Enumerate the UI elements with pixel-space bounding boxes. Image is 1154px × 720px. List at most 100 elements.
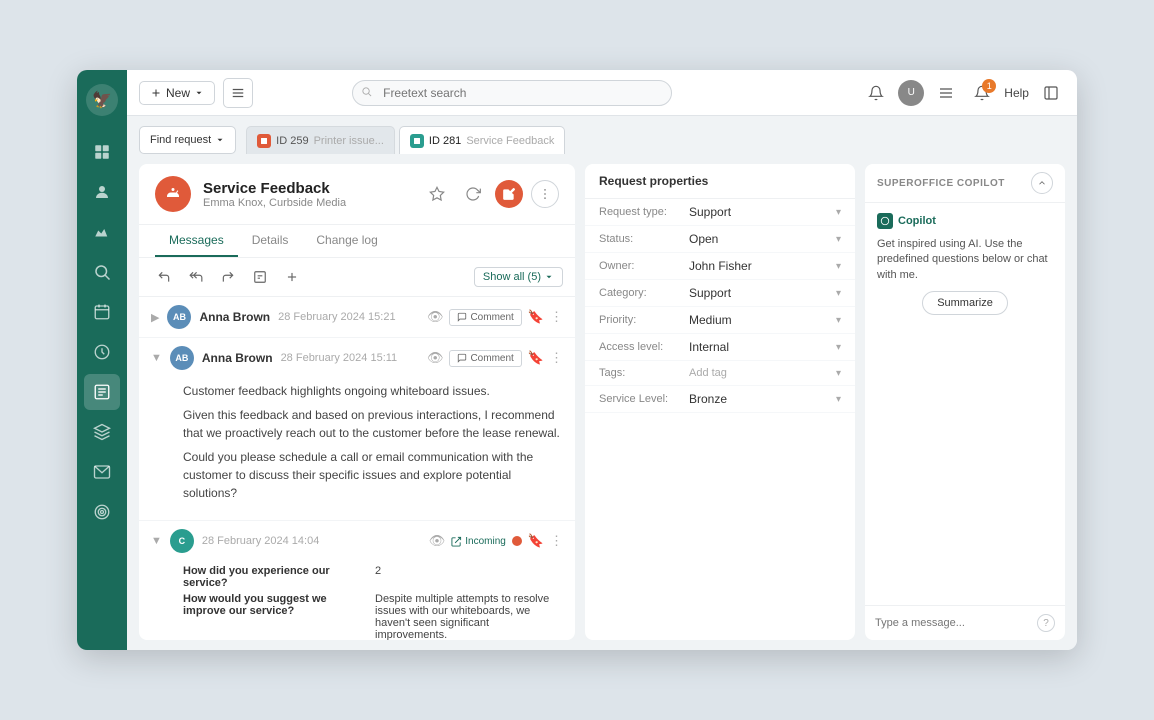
- access-chevron-icon: ▾: [836, 342, 841, 353]
- sidebar-item-analytics[interactable]: [84, 214, 120, 250]
- status-chevron-icon: ▾: [836, 234, 841, 245]
- help-button[interactable]: Help: [1004, 86, 1029, 100]
- search-icon: [361, 86, 372, 100]
- property-value-status[interactable]: Open ▾: [689, 232, 841, 246]
- property-value-request-type[interactable]: Support ▾: [689, 205, 841, 219]
- property-label-tags: Tags:: [599, 367, 689, 379]
- incoming-label: Incoming: [465, 536, 506, 547]
- message-item-2: ▼ AB Anna Brown 28 February 2024 15:11 👁…: [139, 338, 575, 521]
- forward-icon[interactable]: [215, 264, 241, 290]
- find-request-label: Find request: [150, 134, 211, 146]
- incoming-badge: Incoming: [451, 536, 506, 547]
- request-subtitle: Emma Knox, Curbside Media: [203, 197, 411, 209]
- property-row-request-type: Request type: Support ▾: [585, 199, 855, 226]
- bookmark-icon-2[interactable]: 🔖: [528, 350, 544, 366]
- copilot-input[interactable]: [875, 617, 1031, 629]
- topbar-right-actions: U 1 Help: [862, 79, 1065, 107]
- sidebar-toggle-icon[interactable]: [1037, 79, 1065, 107]
- sidebar-item-sales[interactable]: [84, 334, 120, 370]
- reply-all-icon[interactable]: [183, 264, 209, 290]
- edit-icon[interactable]: [495, 180, 523, 208]
- compose-icon[interactable]: [247, 264, 273, 290]
- tab-messages[interactable]: Messages: [155, 225, 238, 257]
- priority-chevron-icon: ▾: [836, 315, 841, 326]
- properties-panel: Request properties Request type: Support…: [585, 164, 855, 640]
- copilot-header-label: SuperOffice Copilot: [877, 178, 1005, 189]
- svg-text:🦅: 🦅: [92, 90, 112, 109]
- form-value-1: 2: [375, 565, 563, 589]
- copilot-brand-name: Copilot: [898, 215, 936, 227]
- request-type-value: Support: [689, 205, 731, 219]
- message-sender-1: Anna Brown: [199, 310, 270, 324]
- main-content: New U: [127, 70, 1077, 650]
- properties-title: Request properties: [585, 164, 855, 199]
- add-icon[interactable]: [279, 264, 305, 290]
- collapse-icon-3[interactable]: ▼: [151, 535, 162, 547]
- owner-chevron-icon: ▾: [836, 261, 841, 272]
- tab-id281[interactable]: ID 281 Service Feedback: [399, 126, 565, 154]
- bookmark-icon-3[interactable]: 🔖: [528, 533, 544, 549]
- more-options-icon[interactable]: [531, 180, 559, 208]
- more-icon-3[interactable]: ⋮: [550, 533, 563, 549]
- sidebar-item-requests[interactable]: [84, 374, 120, 410]
- view-toggle-button[interactable]: [223, 78, 253, 108]
- more-icon-1[interactable]: ⋮: [550, 309, 563, 325]
- owner-value: John Fisher: [689, 259, 752, 273]
- copilot-body: Copilot Get inspired using AI. Use the p…: [865, 203, 1065, 414]
- property-row-status: Status: Open ▾: [585, 226, 855, 253]
- sidebar-item-contacts[interactable]: [84, 174, 120, 210]
- find-request-button[interactable]: Find request: [139, 126, 236, 154]
- property-label-access: Access level:: [599, 341, 689, 353]
- eye-icon-3[interactable]: 👁: [429, 533, 446, 549]
- property-value-priority[interactable]: Medium ▾: [689, 313, 841, 327]
- priority-value: Medium: [689, 313, 732, 327]
- more-icon-2[interactable]: ⋮: [550, 350, 563, 366]
- star-icon[interactable]: [423, 180, 451, 208]
- message-toolbar-left: [151, 264, 305, 290]
- copilot-info-icon[interactable]: ?: [1037, 614, 1055, 632]
- tab-id259[interactable]: ID 259 Printer issue...: [246, 126, 395, 154]
- user-avatar[interactable]: U: [898, 80, 924, 106]
- notification-icon[interactable]: 1: [968, 79, 996, 107]
- tab-details[interactable]: Details: [238, 225, 303, 257]
- sidebar-item-targets[interactable]: [84, 494, 120, 530]
- property-value-tags[interactable]: Add tag ▾: [689, 367, 841, 379]
- sidebar-logo[interactable]: 🦅: [86, 84, 118, 116]
- sidebar-item-service[interactable]: [84, 414, 120, 450]
- message-actions-3: 👁 Incoming 🔖 ⋮: [429, 533, 563, 549]
- bookmark-icon-1[interactable]: 🔖: [528, 309, 544, 325]
- collapse-icon-2[interactable]: ▼: [151, 352, 162, 364]
- search-input[interactable]: [352, 80, 672, 106]
- collapse-icon-1[interactable]: ▶: [151, 311, 159, 324]
- property-value-access[interactable]: Internal ▾: [689, 340, 841, 354]
- new-button[interactable]: New: [139, 81, 215, 105]
- property-value-service-level[interactable]: Bronze ▾: [689, 392, 841, 406]
- copilot-logo: [877, 213, 893, 229]
- content-area: Find request ID 259 Printer issue... ID …: [127, 116, 1077, 650]
- chevron-down-icon: ▾: [836, 207, 841, 218]
- refresh-icon[interactable]: [459, 180, 487, 208]
- property-value-owner[interactable]: John Fisher ▾: [689, 259, 841, 273]
- incoming-header: ▼ C 28 February 2024 14:04 👁 Incoming: [139, 521, 575, 561]
- show-all-button[interactable]: Show all (5): [474, 267, 563, 287]
- tab-icon-teal: [410, 134, 424, 148]
- property-value-category[interactable]: Support ▾: [689, 286, 841, 300]
- eye-icon-2[interactable]: 👁: [427, 350, 444, 366]
- reply-icon[interactable]: [151, 264, 177, 290]
- main-panel: Service Feedback Emma Knox, Curbside Med…: [127, 154, 1077, 650]
- bell-icon[interactable]: [862, 79, 890, 107]
- sidebar-item-search[interactable]: [84, 254, 120, 290]
- tab-changelog[interactable]: Change log: [302, 225, 391, 257]
- message-badge-2: Comment: [449, 350, 521, 367]
- form-row-2: How would you suggest we improve our ser…: [183, 593, 563, 640]
- hamburger-icon[interactable]: [932, 79, 960, 107]
- msg-para-3: Could you please schedule a call or emai…: [183, 448, 563, 502]
- sidebar-item-dashboard[interactable]: [84, 134, 120, 170]
- sidebar-item-email[interactable]: [84, 454, 120, 490]
- summarize-button[interactable]: Summarize: [922, 291, 1008, 315]
- msg-para-2: Given this feedback and based on previou…: [183, 406, 563, 442]
- sidebar-item-calendar[interactable]: [84, 294, 120, 330]
- eye-icon-1[interactable]: 👁: [427, 309, 444, 325]
- copilot-collapse-button[interactable]: [1031, 172, 1053, 194]
- request-title-group: Service Feedback Emma Knox, Curbside Med…: [203, 180, 411, 209]
